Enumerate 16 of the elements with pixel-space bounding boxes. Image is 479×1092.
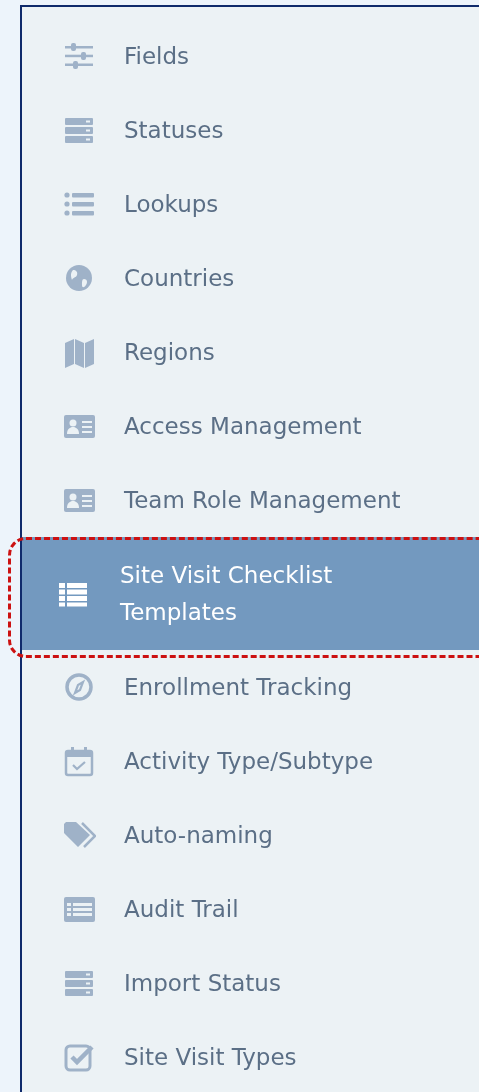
compass-icon [62, 670, 96, 704]
sidebar-item[interactable]: Activity Type/Subtype [22, 724, 479, 798]
sidebar-item[interactable]: Lookups [22, 167, 479, 241]
sidebar-item[interactable]: Site Visit Checklist Templates [22, 537, 479, 650]
sidebar-item[interactable]: Team Role Management [22, 463, 479, 537]
sidebar-item[interactable]: Audit Trail [22, 872, 479, 946]
sidebar-item[interactable]: Access Management [22, 389, 479, 463]
sidebar-item[interactable]: Import Status [22, 946, 479, 1020]
sidebar-item[interactable]: Countries [22, 241, 479, 315]
calendar-check-icon [62, 744, 96, 778]
sidebar-item[interactable]: Fields [22, 19, 479, 93]
sidebar-item[interactable]: Auto-naming [22, 798, 479, 872]
sidebar-item[interactable]: Statuses [22, 93, 479, 167]
sidebar-item[interactable]: Regions [22, 315, 479, 389]
sidebar-item[interactable]: Site Visit Types [22, 1020, 479, 1092]
sidebar-item[interactable]: Enrollment Tracking [22, 650, 479, 724]
